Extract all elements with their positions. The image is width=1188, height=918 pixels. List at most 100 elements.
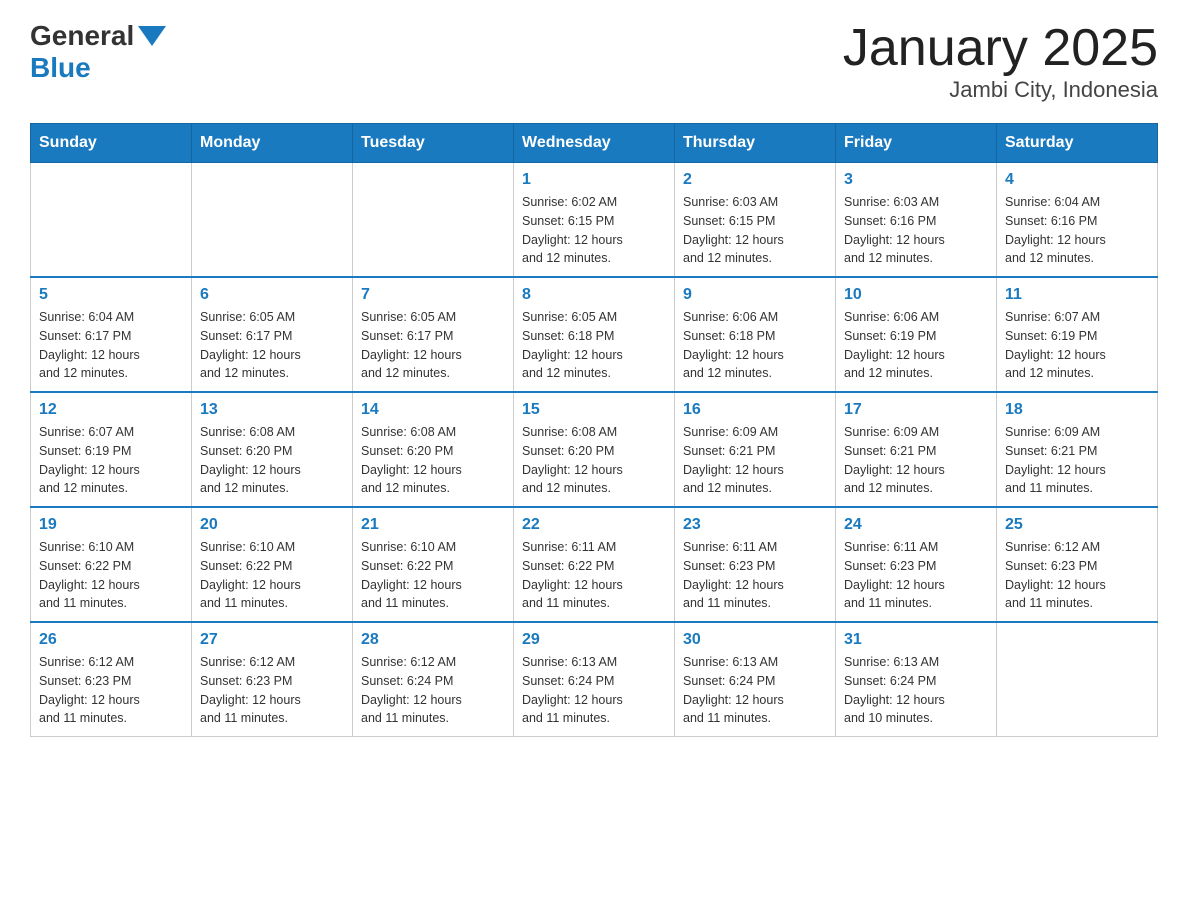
day-number: 13 [200,401,344,419]
day-number: 28 [361,631,505,649]
day-number: 2 [683,171,827,189]
calendar-day-cell: 22 Sunrise: 6:11 AM Sunset: 6:22 PM Dayli… [514,507,675,622]
day-number: 5 [39,286,183,304]
calendar-day-cell: 13 Sunrise: 6:08 AM Sunset: 6:20 PM Dayli… [192,392,353,507]
day-info: Sunrise: 6:13 AM Sunset: 6:24 PM Dayligh… [844,653,988,728]
calendar-week-row: 5 Sunrise: 6:04 AM Sunset: 6:17 PM Daylig… [31,277,1158,392]
calendar-header-row: SundayMondayTuesdayWednesdayThursdayFrid… [31,124,1158,163]
day-info: Sunrise: 6:10 AM Sunset: 6:22 PM Dayligh… [200,538,344,613]
weekday-header-tuesday: Tuesday [353,124,514,163]
day-number: 18 [1005,401,1149,419]
calendar-day-cell: 19 Sunrise: 6:10 AM Sunset: 6:22 PM Dayli… [31,507,192,622]
day-number: 8 [522,286,666,304]
calendar-day-cell: 2 Sunrise: 6:03 AM Sunset: 6:15 PM Daylig… [675,163,836,278]
day-info: Sunrise: 6:06 AM Sunset: 6:18 PM Dayligh… [683,308,827,383]
day-info: Sunrise: 6:10 AM Sunset: 6:22 PM Dayligh… [361,538,505,613]
title-section: January 2025 Jambi City, Indonesia [843,20,1158,103]
day-info: Sunrise: 6:09 AM Sunset: 6:21 PM Dayligh… [1005,423,1149,498]
weekday-header-friday: Friday [836,124,997,163]
calendar-day-cell: 5 Sunrise: 6:04 AM Sunset: 6:17 PM Daylig… [31,277,192,392]
weekday-header-sunday: Sunday [31,124,192,163]
calendar-day-cell: 30 Sunrise: 6:13 AM Sunset: 6:24 PM Dayli… [675,622,836,737]
calendar-week-row: 1Sunrise: 6:02 AM Sunset: 6:15 PM Daylig… [31,163,1158,278]
calendar-day-cell: 21 Sunrise: 6:10 AM Sunset: 6:22 PM Dayli… [353,507,514,622]
calendar-day-cell: 29 Sunrise: 6:13 AM Sunset: 6:24 PM Dayli… [514,622,675,737]
calendar-day-cell [353,163,514,278]
calendar-week-row: 26 Sunrise: 6:12 AM Sunset: 6:23 PM Dayli… [31,622,1158,737]
day-info: Sunrise: 6:09 AM Sunset: 6:21 PM Dayligh… [683,423,827,498]
day-info: Sunrise: 6:12 AM Sunset: 6:23 PM Dayligh… [39,653,183,728]
day-number: 31 [844,631,988,649]
logo-blue-text: Blue [30,52,91,84]
day-info: Sunrise: 6:03 AM Sunset: 6:15 PM Dayligh… [683,193,827,268]
day-info: Sunrise: 6:08 AM Sunset: 6:20 PM Dayligh… [200,423,344,498]
day-number: 29 [522,631,666,649]
day-number: 27 [200,631,344,649]
day-number: 30 [683,631,827,649]
weekday-header-wednesday: Wednesday [514,124,675,163]
page-header: General Blue January 2025 Jambi City, In… [30,20,1158,103]
day-info: Sunrise: 6:07 AM Sunset: 6:19 PM Dayligh… [1005,308,1149,383]
weekday-header-monday: Monday [192,124,353,163]
day-info: Sunrise: 6:10 AM Sunset: 6:22 PM Dayligh… [39,538,183,613]
day-info: Sunrise: 6:12 AM Sunset: 6:23 PM Dayligh… [1005,538,1149,613]
calendar-day-cell: 28Sunrise: 6:12 AM Sunset: 6:24 PM Dayli… [353,622,514,737]
day-number: 9 [683,286,827,304]
day-info: Sunrise: 6:13 AM Sunset: 6:24 PM Dayligh… [683,653,827,728]
day-info: Sunrise: 6:08 AM Sunset: 6:20 PM Dayligh… [361,423,505,498]
day-info: Sunrise: 6:11 AM Sunset: 6:22 PM Dayligh… [522,538,666,613]
location-subtitle: Jambi City, Indonesia [843,77,1158,103]
day-info: Sunrise: 6:02 AM Sunset: 6:15 PM Dayligh… [522,193,666,268]
day-number: 15 [522,401,666,419]
calendar-day-cell: 15 Sunrise: 6:08 AM Sunset: 6:20 PM Dayli… [514,392,675,507]
calendar-day-cell: 4Sunrise: 6:04 AM Sunset: 6:16 PM Daylig… [997,163,1158,278]
calendar-day-cell: 9 Sunrise: 6:06 AM Sunset: 6:18 PM Daylig… [675,277,836,392]
calendar-day-cell: 24 Sunrise: 6:11 AM Sunset: 6:23 PM Dayli… [836,507,997,622]
day-number: 12 [39,401,183,419]
day-number: 26 [39,631,183,649]
calendar-day-cell: 26 Sunrise: 6:12 AM Sunset: 6:23 PM Dayli… [31,622,192,737]
logo-blue-part [134,26,166,46]
calendar-day-cell: 7 Sunrise: 6:05 AM Sunset: 6:17 PM Daylig… [353,277,514,392]
day-info: Sunrise: 6:13 AM Sunset: 6:24 PM Dayligh… [522,653,666,728]
day-info: Sunrise: 6:05 AM Sunset: 6:17 PM Dayligh… [200,308,344,383]
day-number: 14 [361,401,505,419]
calendar-table: SundayMondayTuesdayWednesdayThursdayFrid… [30,123,1158,737]
calendar-day-cell: 1Sunrise: 6:02 AM Sunset: 6:15 PM Daylig… [514,163,675,278]
calendar-day-cell: 16 Sunrise: 6:09 AM Sunset: 6:21 PM Dayli… [675,392,836,507]
logo-triangle-icon [138,26,166,46]
day-number: 24 [844,516,988,534]
logo-general-text: General [30,20,134,52]
calendar-day-cell: 18 Sunrise: 6:09 AM Sunset: 6:21 PM Dayli… [997,392,1158,507]
day-info: Sunrise: 6:08 AM Sunset: 6:20 PM Dayligh… [522,423,666,498]
day-number: 7 [361,286,505,304]
calendar-day-cell: 10Sunrise: 6:06 AM Sunset: 6:19 PM Dayli… [836,277,997,392]
calendar-day-cell: 14 Sunrise: 6:08 AM Sunset: 6:20 PM Dayli… [353,392,514,507]
day-number: 21 [361,516,505,534]
day-info: Sunrise: 6:05 AM Sunset: 6:17 PM Dayligh… [361,308,505,383]
calendar-day-cell: 12Sunrise: 6:07 AM Sunset: 6:19 PM Dayli… [31,392,192,507]
calendar-week-row: 12Sunrise: 6:07 AM Sunset: 6:19 PM Dayli… [31,392,1158,507]
day-info: Sunrise: 6:06 AM Sunset: 6:19 PM Dayligh… [844,308,988,383]
weekday-header-saturday: Saturday [997,124,1158,163]
calendar-day-cell: 25Sunrise: 6:12 AM Sunset: 6:23 PM Dayli… [997,507,1158,622]
day-info: Sunrise: 6:11 AM Sunset: 6:23 PM Dayligh… [844,538,988,613]
day-info: Sunrise: 6:11 AM Sunset: 6:23 PM Dayligh… [683,538,827,613]
day-info: Sunrise: 6:09 AM Sunset: 6:21 PM Dayligh… [844,423,988,498]
calendar-day-cell: 31 Sunrise: 6:13 AM Sunset: 6:24 PM Dayli… [836,622,997,737]
day-number: 19 [39,516,183,534]
day-number: 22 [522,516,666,534]
day-number: 20 [200,516,344,534]
month-title: January 2025 [843,20,1158,77]
day-number: 23 [683,516,827,534]
day-number: 16 [683,401,827,419]
day-info: Sunrise: 6:12 AM Sunset: 6:23 PM Dayligh… [200,653,344,728]
calendar-day-cell: 8Sunrise: 6:05 AM Sunset: 6:18 PM Daylig… [514,277,675,392]
calendar-day-cell: 20 Sunrise: 6:10 AM Sunset: 6:22 PM Dayli… [192,507,353,622]
day-number: 11 [1005,286,1149,304]
calendar-day-cell [192,163,353,278]
calendar-day-cell [31,163,192,278]
day-info: Sunrise: 6:04 AM Sunset: 6:17 PM Dayligh… [39,308,183,383]
calendar-day-cell: 11 Sunrise: 6:07 AM Sunset: 6:19 PM Dayli… [997,277,1158,392]
day-info: Sunrise: 6:03 AM Sunset: 6:16 PM Dayligh… [844,193,988,268]
